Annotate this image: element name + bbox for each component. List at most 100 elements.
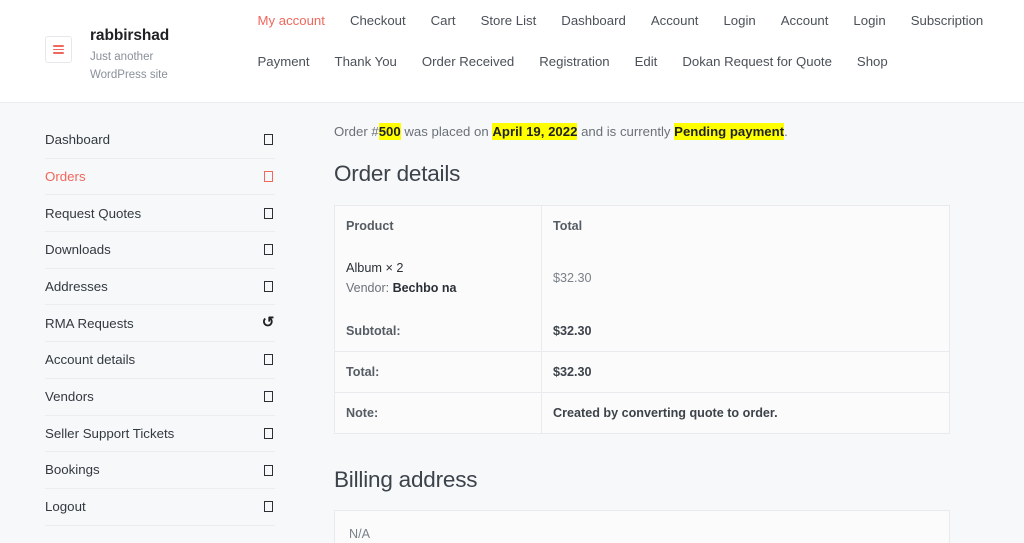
billing-address-heading: Billing address [334,466,478,492]
nav-link-thank-you[interactable]: Thank You [322,55,409,68]
column-header-product: Product [334,205,542,246]
sidebar-item-label: Bookings [45,462,100,478]
status-prefix: Order # [334,124,379,139]
nav-row-secondary: Payment Thank You Order Received Registrati… [245,55,1024,68]
sidebar-item-account-details[interactable]: Account details [45,342,275,379]
hamburger-line [53,45,64,47]
row-label: Total: [334,351,542,393]
row-value: $32.30 [541,351,950,393]
nav-link-login[interactable]: Login [711,14,768,27]
nav-link-registration[interactable]: Registration [527,55,622,68]
row-value: $32.30 [541,310,950,352]
sidebar-item-dashboard[interactable]: Dashboard [45,122,275,159]
table-row: Note: Created by converting quote to orde… [334,392,950,434]
sidebar-item-addresses[interactable]: Addresses [45,269,275,306]
table-foot: Subtotal: $32.30 Total: $32.30 Note: Created … [334,310,950,434]
table-row-product: Album × 2 Vendor: Bechbo na $32.30 [334,245,950,311]
column-header-total: Total [553,218,583,233]
nav-link-order-received[interactable]: Order Received [409,55,526,68]
status-middle-2: and is currently [577,124,675,139]
site-header: rabbirshad Just another WordPress site M… [0,0,1024,103]
order-status-line: Order #500 was placed on April 19, 2022 … [334,122,950,142]
status-middle-1: was placed on [400,124,493,139]
tofu-box-icon [261,280,275,294]
tofu-box-icon [261,133,275,147]
table-body: Album × 2 Vendor: Bechbo na $32.30 [334,245,950,311]
nav-link-cart[interactable]: Cart [418,14,468,27]
tofu-box-icon [261,353,275,367]
order-details-table: Product Total Album × 2 Vendor: Bechbo n… [334,204,950,434]
site-tagline: Just another WordPress site [90,50,168,81]
nav-link-login[interactable]: Login [841,14,898,27]
table-head: Product Total [334,205,950,246]
product-name[interactable]: Album × 2 [346,258,530,279]
table-row: Total: $32.30 [334,351,950,393]
hamburger-menu-icon[interactable] [45,36,72,63]
product-vendor: Vendor: Bechbo na [346,278,530,298]
nav-link-dokan-request-for-quote[interactable]: Dokan Request for Quote [670,55,845,68]
sidebar-item-rma-requests[interactable]: RMA Requests ↺ [45,305,275,343]
nav-row-primary: My account Checkout Cart Store List Dashboar… [245,14,1024,27]
row-value-text: $32.30 [553,323,592,338]
sidebar-item-seller-support-tickets[interactable]: Seller Support Tickets [45,416,275,453]
tofu-box-icon [261,463,275,477]
sidebar-item-label: Dashboard [45,132,111,148]
vendor-name[interactable]: Bechbo na [393,281,457,295]
sidebar-item-label: RMA Requests [45,315,134,331]
nav-link-account[interactable]: Account [768,14,841,27]
order-details-heading: Order details [334,160,461,186]
order-number: 500 [378,123,401,140]
sidebar-item-bookings[interactable]: Bookings [45,452,275,489]
nav-link-dashboard[interactable]: Dashboard [549,14,639,27]
table-row: Subtotal: $32.30 [334,310,950,352]
undo-arrow-icon: ↺ [261,313,275,331]
row-label: Note: [334,392,542,434]
sidebar-item-orders[interactable]: Orders [45,159,275,196]
nav-link-subscription[interactable]: Subscription [898,14,996,27]
tofu-box-icon [261,170,275,184]
nav-link-shop[interactable]: Shop [844,55,900,68]
tofu-box-icon [261,206,275,220]
sidebar-item-label: Orders [45,168,86,184]
nav-link-account[interactable]: Account [638,14,711,27]
tofu-box-icon [261,426,275,440]
nav-link-my-account[interactable]: My account [245,14,337,27]
billing-address-box: N/A fq@gmail.com [334,509,950,543]
account-sidebar: Dashboard Orders Request Quotes Downloads Ad… [0,122,285,543]
sidebar-item-request-quotes[interactable]: Request Quotes [45,195,275,233]
tofu-box-icon [261,500,275,514]
row-value-text: Created by converting quote to order. [553,405,778,420]
order-date: April 19, 2022 [492,123,578,140]
row-value-text: $32.30 [553,364,592,379]
hamburger-line [53,48,64,51]
nav-link-edit[interactable]: Edit [622,55,670,68]
sidebar-item-label: Addresses [45,278,108,294]
sidebar-item-label: Request Quotes [45,205,142,221]
brand-block: rabbirshad Just another WordPress site [0,0,245,85]
product-cell: Album × 2 Vendor: Bechbo na [334,245,542,311]
table-header-row: Product Total [334,205,950,246]
product-total-cell: $32.30 [542,246,950,311]
nav-link-store-list[interactable]: Store List [468,14,549,27]
sidebar-item-label: Vendors [45,389,94,404]
site-title[interactable]: rabbirshad [90,27,169,44]
status-suffix: . [784,124,788,139]
row-label: Subtotal: [334,310,542,352]
billing-address-text: N/A [349,526,370,541]
sidebar-item-label: Downloads [45,242,111,258]
sidebar-item-downloads[interactable]: Downloads [45,232,275,269]
nav-link-checkout[interactable]: Checkout [337,14,418,27]
hamburger-line [53,52,64,54]
primary-navigation: My account Checkout Cart Store List Dashboar… [245,0,1024,69]
status-badge: Pending payment [674,123,785,140]
sidebar-item-vendors[interactable]: Vendors [45,379,275,416]
product-total-value: $32.30 [553,271,592,286]
brand-text: rabbirshad Just another WordPress site [90,22,202,85]
tofu-box-icon [261,243,275,257]
sidebar-item-label: Logout [45,499,86,515]
sidebar-item-logout[interactable]: Logout [45,489,275,526]
sidebar-item-label: Account details [45,352,136,368]
vendor-label: Vendor: [346,281,393,296]
nav-link-payment[interactable]: Payment [245,55,322,68]
page-body: Dashboard Orders Request Quotes Downloads Ad… [0,103,1024,543]
